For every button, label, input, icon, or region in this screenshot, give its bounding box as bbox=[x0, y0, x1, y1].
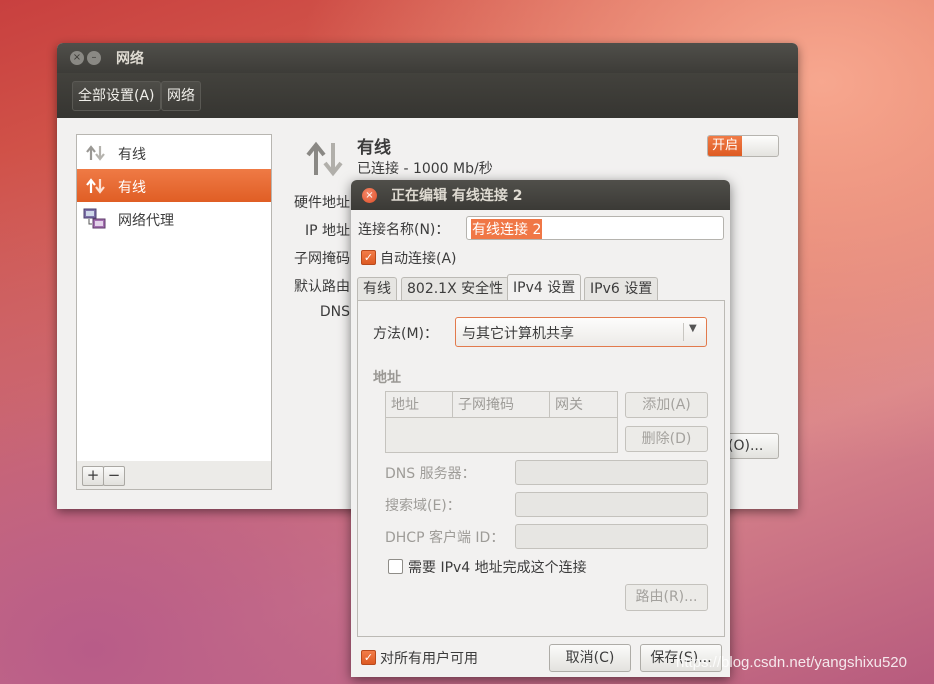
device-label: 有线 bbox=[118, 147, 146, 163]
options-button-label: 选项(O)... bbox=[727, 438, 764, 454]
proxy-icon bbox=[83, 208, 106, 229]
addresses-heading: 地址 bbox=[373, 370, 401, 386]
dns-servers-label: DNS 服务器： bbox=[385, 466, 476, 482]
column-gateway[interactable]: 网关 bbox=[550, 392, 617, 418]
hardware-address-label: 硬件地址 bbox=[294, 195, 350, 211]
method-label: 方法(M)： bbox=[373, 326, 439, 342]
main-titlebar: × – 网络 bbox=[57, 43, 798, 73]
switch-on-label: 开启 bbox=[708, 136, 742, 156]
auto-connect-checkbox[interactable]: ✓ bbox=[361, 250, 376, 265]
ip-address-label: IP 地址 bbox=[304, 223, 350, 239]
dialog-titlebar: × 正在编辑 有线连接 2 bbox=[351, 180, 730, 210]
wired-large-icon bbox=[306, 141, 343, 177]
remove-device-button[interactable]: − bbox=[103, 466, 125, 486]
device-list: 有线 有线 网络代理 bbox=[76, 134, 272, 463]
add-device-button[interactable]: + bbox=[82, 466, 104, 486]
tab-ipv4-settings[interactable]: IPv4 设置 bbox=[507, 274, 582, 301]
connection-status: 已连接 - 1000 Mb/秒 bbox=[357, 161, 493, 177]
subnet-mask-label: 子网掩码 bbox=[294, 251, 350, 267]
wired-icon bbox=[86, 178, 105, 194]
column-netmask[interactable]: 子网掩码 bbox=[453, 392, 550, 418]
default-route-label: 默认路由 bbox=[294, 279, 350, 295]
options-button[interactable]: 选项(O)... bbox=[726, 433, 779, 459]
connection-name-value: 有线连接 2 bbox=[471, 219, 543, 239]
method-value: 与其它计算机共享 bbox=[462, 326, 574, 342]
dhcp-client-id-label: DHCP 客户端 ID： bbox=[385, 530, 505, 546]
edit-connection-dialog: × 正在编辑 有线连接 2 连接名称(N)： 有线连接 2 ✓ 自动连接(A) … bbox=[351, 180, 730, 677]
all-settings-button[interactable]: 全部设置(A) bbox=[72, 81, 161, 111]
dhcp-client-id-input[interactable] bbox=[515, 524, 708, 549]
dns-label: DNS bbox=[319, 304, 350, 320]
column-address[interactable]: 地址 bbox=[386, 392, 453, 418]
tab-wired[interactable]: 有线 bbox=[357, 277, 397, 300]
dns-servers-input[interactable] bbox=[515, 460, 708, 485]
all-users-label: 对所有用户可用 bbox=[380, 651, 478, 667]
on-off-switch[interactable]: 开启 bbox=[707, 135, 779, 157]
tab-8021x-security[interactable]: 802.1X 安全性 bbox=[401, 277, 510, 300]
cancel-button[interactable]: 取消(C) bbox=[549, 644, 631, 672]
chevron-down-icon: ▼ bbox=[689, 323, 697, 334]
close-icon[interactable]: × bbox=[70, 51, 84, 65]
watermark-text: https://blog.csdn.net/yangshixu520 bbox=[676, 654, 907, 671]
wired-icon bbox=[86, 145, 105, 161]
connection-name-label: 连接名称(N)： bbox=[358, 222, 450, 238]
window-title: 网络 bbox=[116, 51, 144, 67]
delete-address-button[interactable]: 删除(D) bbox=[625, 426, 708, 452]
device-label: 有线 bbox=[118, 180, 146, 196]
device-list-toolbar: + − bbox=[76, 461, 272, 490]
device-title: 有线 bbox=[357, 138, 391, 158]
require-ipv4-checkbox[interactable] bbox=[388, 559, 403, 574]
close-icon[interactable]: × bbox=[362, 188, 377, 203]
ipv4-settings-panel: 方法(M)： 与其它计算机共享 ▼ 地址 地址 子网掩码 网关 添加(A) 删除… bbox=[357, 300, 725, 637]
dialog-title: 正在编辑 有线连接 2 bbox=[391, 188, 523, 204]
all-users-checkbox[interactable]: ✓ bbox=[361, 650, 376, 665]
network-crumb[interactable]: 网络 bbox=[161, 81, 201, 111]
device-item-wired-2[interactable]: 有线 bbox=[77, 169, 271, 202]
addresses-table: 地址 子网掩码 网关 bbox=[385, 391, 618, 453]
device-label: 网络代理 bbox=[118, 213, 174, 229]
minimize-icon[interactable]: – bbox=[87, 51, 101, 65]
breadcrumb: 全部设置(A) 网络 bbox=[57, 73, 798, 118]
method-dropdown[interactable]: 与其它计算机共享 ▼ bbox=[455, 317, 707, 347]
search-domains-input[interactable] bbox=[515, 492, 708, 517]
routes-button[interactable]: 路由(R)... bbox=[625, 584, 708, 611]
require-ipv4-label: 需要 IPv4 地址完成这个连接 bbox=[408, 560, 587, 576]
tab-ipv6-settings[interactable]: IPv6 设置 bbox=[584, 277, 659, 300]
dropdown-separator bbox=[683, 323, 684, 341]
device-item-wired-1[interactable]: 有线 bbox=[77, 136, 271, 169]
connection-name-input[interactable]: 有线连接 2 bbox=[466, 216, 724, 240]
device-item-proxy[interactable]: 网络代理 bbox=[77, 202, 271, 235]
add-address-button[interactable]: 添加(A) bbox=[625, 392, 708, 418]
auto-connect-label: 自动连接(A) bbox=[380, 251, 457, 267]
search-domains-label: 搜索域(E)： bbox=[385, 498, 461, 514]
